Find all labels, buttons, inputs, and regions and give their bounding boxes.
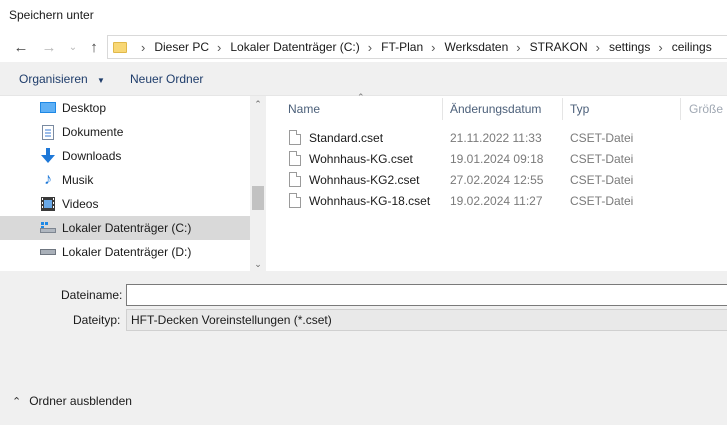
file-name: Wohnhaus-KG-18.cset bbox=[309, 194, 431, 208]
chevron-right-icon[interactable]: › bbox=[368, 40, 372, 55]
column-header-type[interactable]: Typ bbox=[570, 102, 589, 116]
file-icon bbox=[289, 172, 301, 187]
forward-button[interactable]: → bbox=[38, 36, 60, 58]
address-bar[interactable]: › Dieser PC › Lokaler Datenträger (C:) › F… bbox=[107, 35, 727, 59]
file-icon bbox=[289, 193, 301, 208]
file-date: 27.02.2024 12:55 bbox=[450, 173, 544, 187]
file-name: Standard.cset bbox=[309, 131, 384, 145]
filetype-value: HFT-Decken Voreinstellungen (*.cset) bbox=[131, 313, 332, 327]
chevron-down-icon: ⌄ bbox=[68, 41, 78, 53]
sidebar-item-label: Downloads bbox=[62, 149, 122, 163]
desktop-icon bbox=[40, 100, 56, 116]
arrow-left-icon: ← bbox=[13, 38, 29, 56]
sidebar-item-drive-d[interactable]: Lokaler Datenträger (D:) bbox=[0, 240, 250, 264]
drive-icon bbox=[40, 220, 56, 236]
column-divider[interactable] bbox=[680, 98, 681, 120]
sidebar-item-label: Musik bbox=[62, 173, 94, 187]
recent-locations-button[interactable]: ⌄ bbox=[62, 36, 84, 58]
organize-button[interactable]: Organisieren ▼ bbox=[19, 72, 105, 86]
column-divider[interactable] bbox=[442, 98, 443, 120]
breadcrumb-item[interactable]: Lokaler Datenträger (C:) bbox=[230, 40, 359, 54]
sidebar-item-label: Lokaler Datenträger (C:) bbox=[62, 221, 192, 235]
sidebar-item-drive-c[interactable]: Lokaler Datenträger (C:) bbox=[0, 216, 250, 240]
sidebar-item-desktop[interactable]: Desktop bbox=[0, 96, 250, 120]
chevron-right-icon[interactable]: › bbox=[217, 40, 221, 55]
documents-icon bbox=[40, 124, 56, 140]
command-bar: Organisieren ▼ Neuer Ordner bbox=[0, 62, 727, 96]
back-button[interactable]: ← bbox=[10, 36, 32, 58]
file-row[interactable]: Wohnhaus-KG-18.cset 19.02.2024 11:27 CSE… bbox=[266, 190, 727, 211]
sidebar-item-videos[interactable]: Videos bbox=[0, 192, 250, 216]
hide-folders-label: Ordner ausblenden bbox=[29, 394, 132, 408]
breadcrumb-item[interactable]: settings bbox=[609, 40, 650, 54]
file-row[interactable]: Standard.cset 21.11.2022 11:33 CSET-Date… bbox=[266, 127, 727, 148]
scroll-up-icon[interactable]: ⌃ bbox=[250, 97, 266, 111]
filetype-select[interactable]: HFT-Decken Voreinstellungen (*.cset) bbox=[126, 309, 727, 331]
arrow-right-icon: → bbox=[41, 38, 57, 56]
file-name: Wohnhaus-KG.cset bbox=[309, 152, 413, 166]
file-row[interactable]: Wohnhaus-KG2.cset 27.02.2024 12:55 CSET-… bbox=[266, 169, 727, 190]
sidebar-item-music[interactable]: ♪ Musik bbox=[0, 168, 250, 192]
file-row[interactable]: Wohnhaus-KG.cset 19.01.2024 09:18 CSET-D… bbox=[266, 148, 727, 169]
sort-ascending-icon: ⌃ bbox=[357, 92, 365, 102]
breadcrumb-item[interactable]: FT-Plan bbox=[381, 40, 423, 54]
file-type: CSET-Datei bbox=[570, 131, 634, 145]
file-type: CSET-Datei bbox=[570, 194, 634, 208]
video-icon bbox=[40, 196, 56, 212]
breadcrumb-item[interactable]: STRAKON bbox=[530, 40, 588, 54]
chevron-right-icon[interactable]: › bbox=[516, 40, 520, 55]
file-date: 19.02.2024 11:27 bbox=[450, 194, 543, 208]
file-name: Wohnhaus-KG2.cset bbox=[309, 173, 420, 187]
sidebar-item-downloads[interactable]: Downloads bbox=[0, 144, 250, 168]
caret-down-icon: ▼ bbox=[97, 76, 105, 85]
chevron-right-icon: › bbox=[141, 39, 146, 55]
drive-icon bbox=[40, 244, 56, 260]
filetype-label: Dateityp: bbox=[73, 313, 121, 327]
navigation-pane-scrollbar[interactable] bbox=[250, 96, 266, 271]
column-header-size[interactable]: Größe bbox=[689, 102, 723, 116]
sidebar-item-label: Videos bbox=[62, 197, 99, 211]
navigation-pane: Desktop Dokumente Downloads ♪ Musik Vide… bbox=[0, 96, 266, 271]
column-divider[interactable] bbox=[562, 98, 563, 120]
breadcrumb-item[interactable]: Dieser PC bbox=[154, 40, 209, 54]
navigation-bar: ← → ⌄ ↑ › Dieser PC › Lokaler Datenträger… bbox=[0, 32, 727, 62]
folder-icon bbox=[113, 41, 127, 53]
column-header-date[interactable]: Änderungsdatum bbox=[450, 102, 541, 116]
sidebar-item-label: Lokaler Datenträger (D:) bbox=[62, 245, 192, 259]
file-icon bbox=[289, 130, 301, 145]
music-icon: ♪ bbox=[44, 171, 52, 188]
arrow-up-icon: ↑ bbox=[90, 38, 98, 56]
chevron-right-icon[interactable]: › bbox=[431, 40, 435, 55]
breadcrumb-item[interactable]: Werksdaten bbox=[444, 40, 508, 54]
file-icon bbox=[289, 151, 301, 166]
title-bar: Speichern unter bbox=[0, 0, 727, 32]
chevron-right-icon[interactable]: › bbox=[596, 40, 600, 55]
sidebar-item-label: Desktop bbox=[62, 101, 107, 115]
filename-input[interactable] bbox=[126, 284, 727, 306]
scrollbar-thumb[interactable] bbox=[252, 186, 264, 210]
new-folder-button[interactable]: Neuer Ordner bbox=[130, 72, 203, 86]
file-date: 19.01.2024 09:18 bbox=[450, 152, 544, 166]
organize-label: Organisieren bbox=[19, 72, 88, 86]
filename-label: Dateiname: bbox=[61, 288, 123, 302]
file-date: 21.11.2022 11:33 bbox=[450, 131, 542, 145]
chevron-up-icon: ⌃ bbox=[12, 395, 22, 408]
chevron-right-icon[interactable]: › bbox=[658, 40, 662, 55]
breadcrumb-item[interactable]: ceilings bbox=[672, 40, 712, 54]
file-type: CSET-Datei bbox=[570, 173, 634, 187]
scroll-down-icon[interactable]: ⌄ bbox=[250, 257, 266, 271]
file-type: CSET-Datei bbox=[570, 152, 634, 166]
sidebar-item-documents[interactable]: Dokumente bbox=[0, 120, 250, 144]
up-button[interactable]: ↑ bbox=[83, 36, 105, 58]
hide-folders-button[interactable]: ⌃ Ordner ausblenden bbox=[12, 394, 132, 408]
download-icon bbox=[40, 148, 56, 164]
sidebar-item-label: Dokumente bbox=[62, 125, 124, 139]
window-title: Speichern unter bbox=[9, 8, 94, 22]
column-header-name[interactable]: Name bbox=[288, 102, 320, 116]
